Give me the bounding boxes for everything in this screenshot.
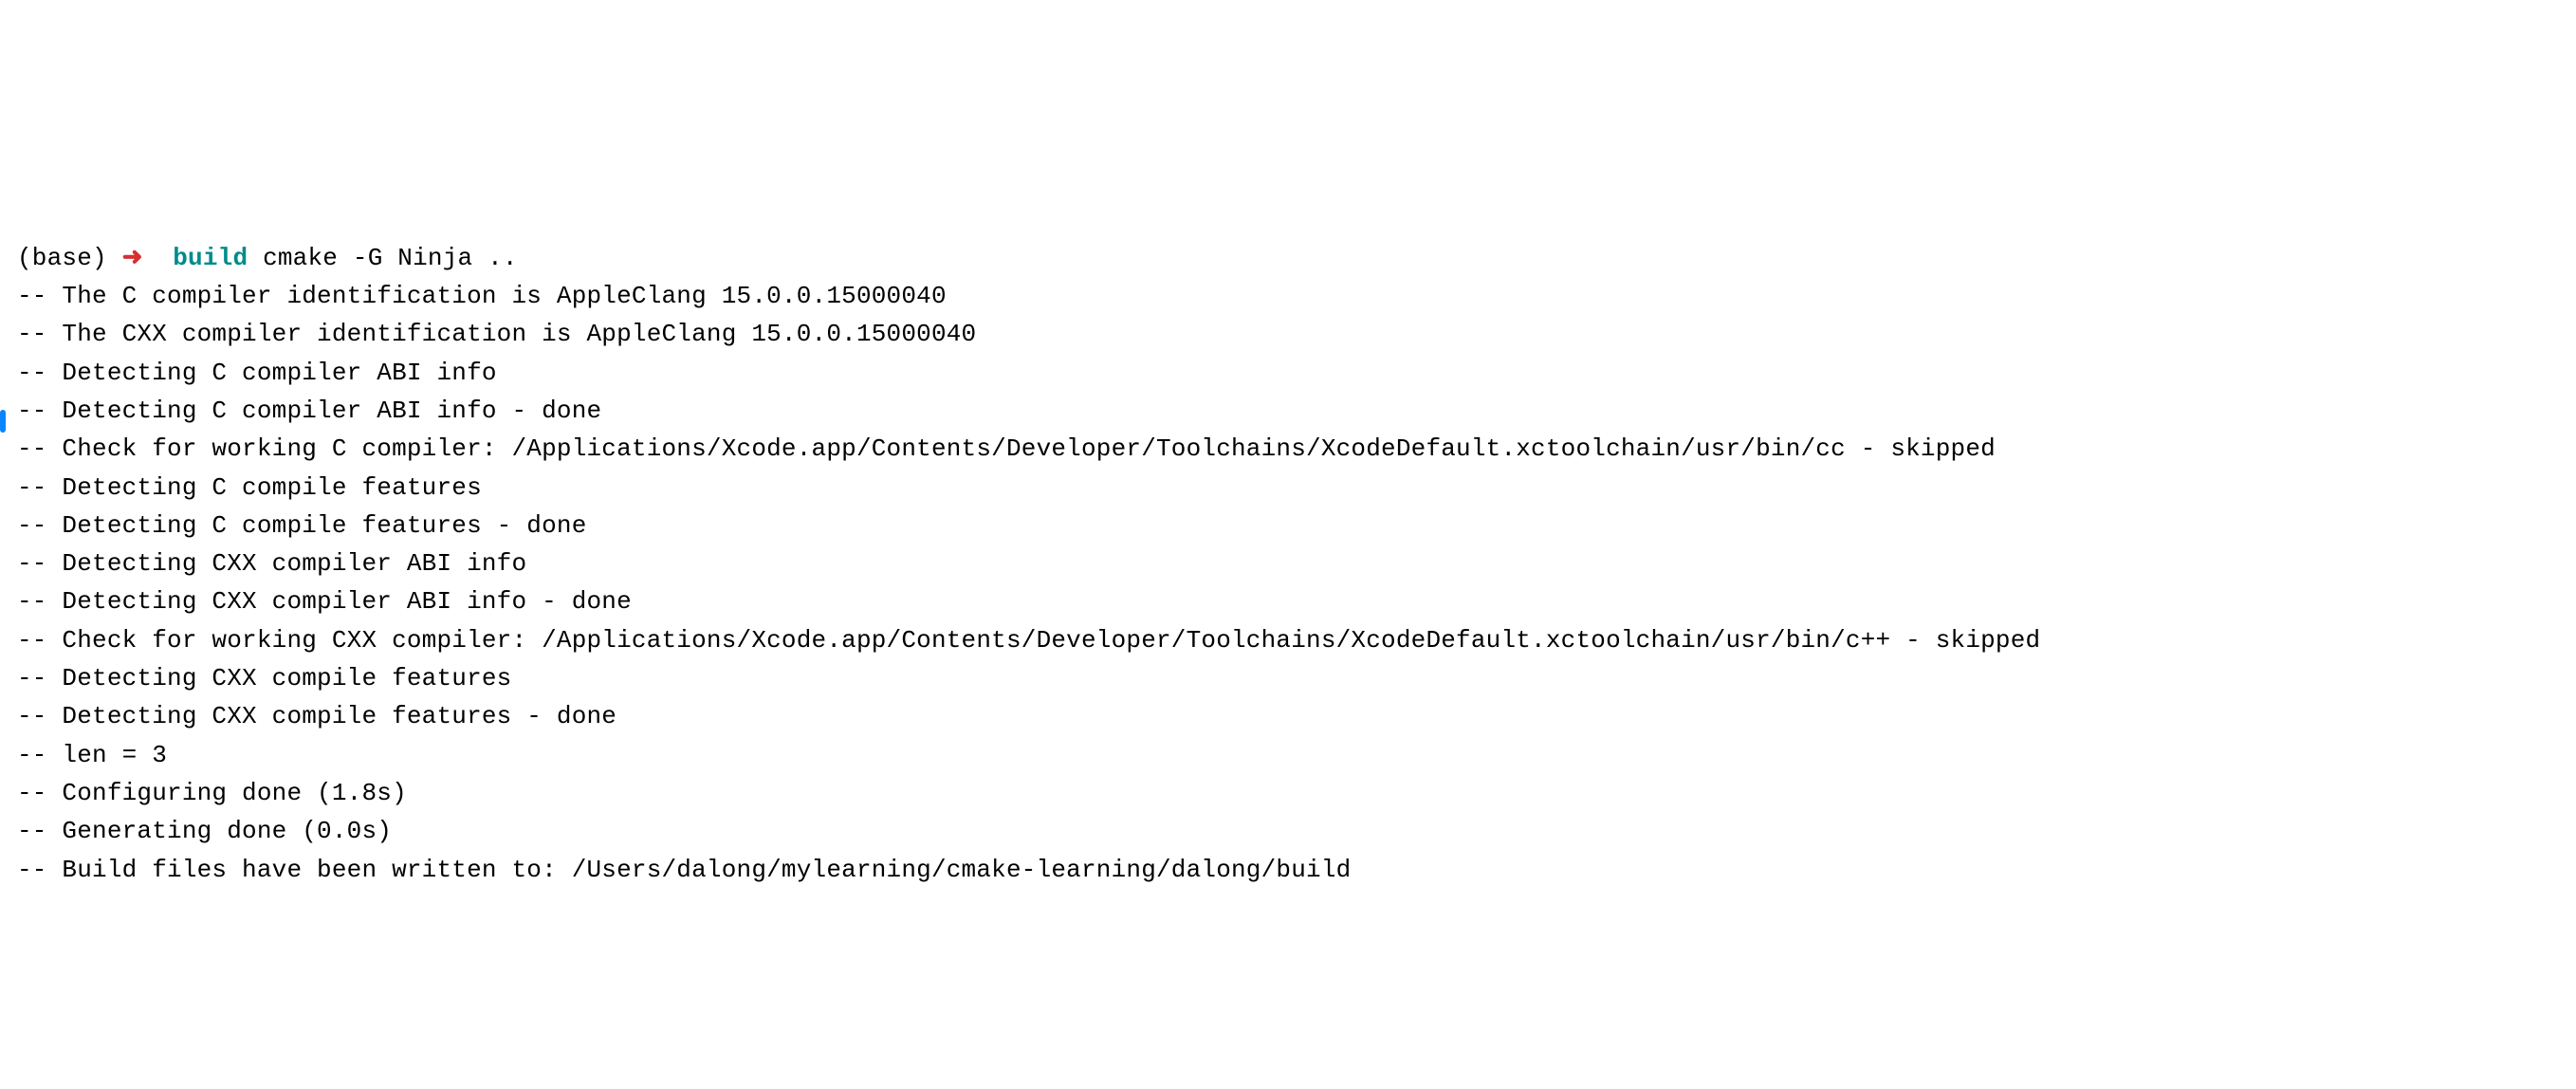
output-line: -- Detecting C compile features - done [17,507,2559,544]
prompt-arrow-icon: ➜ [122,244,143,272]
output-line: -- Detecting C compiler ABI info - done [17,392,2559,430]
output-line: -- Configuring done (1.8s) [17,774,2559,812]
output-line: -- Detecting C compiler ABI info [17,354,2559,392]
output-line: -- Build files have been written to: /Us… [17,851,2559,889]
selection-marker [0,410,6,433]
output-line: -- Check for working C compiler: /Applic… [17,430,2559,468]
prompt-command: cmake -G Ninja .. [263,244,518,272]
output-line: -- Generating done (0.0s) [17,812,2559,850]
output-line: -- Check for working CXX compiler: /Appl… [17,621,2559,659]
output-line: -- The CXX compiler identification is Ap… [17,315,2559,353]
output-line: -- The C compiler identification is Appl… [17,277,2559,315]
prompt-directory: build [173,244,248,272]
output-line: -- len = 3 [17,736,2559,774]
output-line: -- Detecting CXX compiler ABI info - don… [17,582,2559,620]
output-line: -- Detecting CXX compile features - done [17,697,2559,735]
output-line: -- Detecting CXX compile features [17,659,2559,697]
prompt-env: (base) [17,244,107,272]
output-line: -- Detecting CXX compiler ABI info [17,544,2559,582]
prompt-line: (base) ➜ build cmake -G Ninja .. [17,239,2559,277]
output-line: -- Detecting C compile features [17,469,2559,507]
terminal-output[interactable]: (base) ➜ build cmake -G Ninja ..-- The C… [17,239,2559,889]
